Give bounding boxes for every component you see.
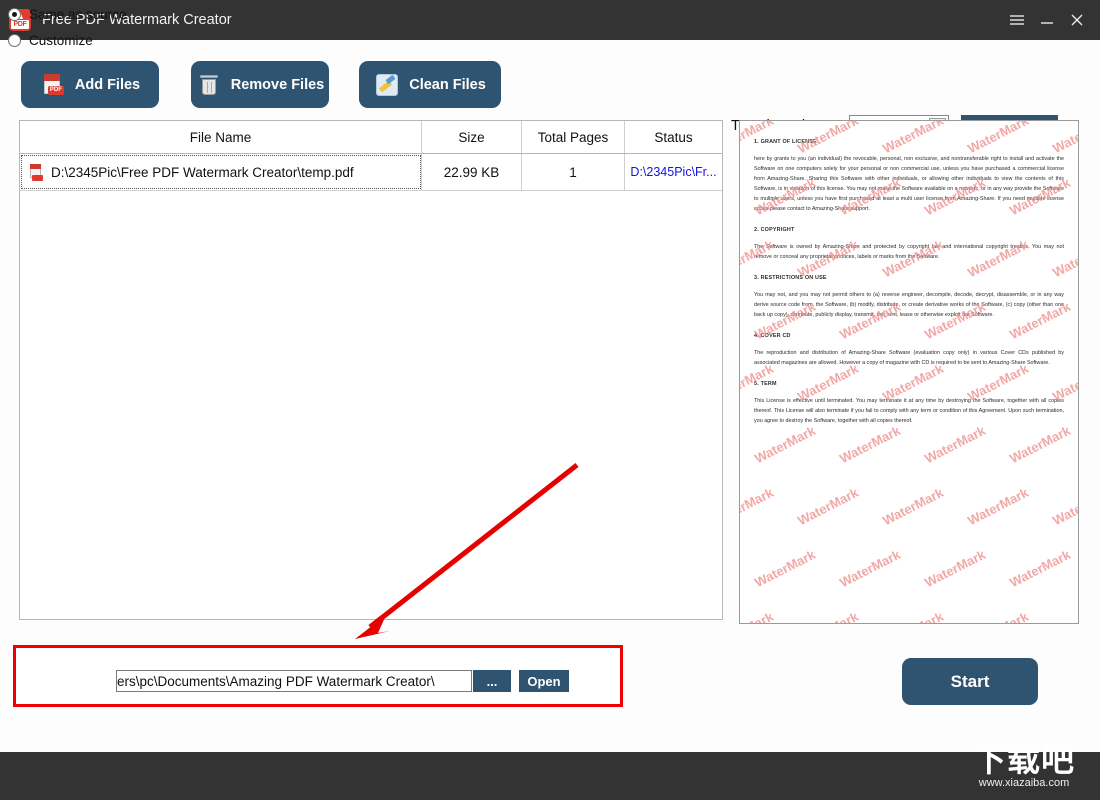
watermark-text: WaterMark bbox=[752, 422, 818, 467]
preview-body-5: This License is effective until terminat… bbox=[754, 398, 1064, 424]
preview-body-1: here by grants to you (an individual) th… bbox=[754, 156, 1064, 212]
preview-heading-4: 4. COVER CD bbox=[754, 333, 791, 339]
clean-files-label: Clean Files bbox=[409, 76, 486, 93]
open-folder-button[interactable]: Open bbox=[519, 670, 569, 692]
annotation-arrow bbox=[355, 463, 579, 639]
preview-heading-1: 1. GRANT OF LICENSE bbox=[754, 139, 817, 145]
site-watermark: 下载吧 www.xiazaiba.com bbox=[954, 737, 1094, 795]
file-name-text: D:\2345Pic\Free PDF Watermark Creator\te… bbox=[51, 164, 354, 180]
watermark-text: WaterMark bbox=[837, 546, 903, 591]
pdf-preview-page: 1. GRANT OF LICENSE here by grants to yo… bbox=[740, 121, 1078, 623]
remove-files-label: Remove Files bbox=[230, 76, 325, 93]
title-bar: Free PDF Watermark Creator bbox=[0, 0, 1100, 40]
start-button[interactable]: Start bbox=[902, 658, 1038, 705]
browse-button[interactable]: ... bbox=[473, 670, 511, 692]
trash-can-icon bbox=[196, 72, 222, 98]
column-header-size[interactable]: Size bbox=[422, 121, 522, 153]
column-header-status[interactable]: Status bbox=[625, 121, 722, 153]
watermark-text: WaterMark bbox=[740, 484, 776, 529]
pdf-document-icon: PDF bbox=[40, 72, 66, 98]
watermark-text: WaterMark bbox=[922, 422, 988, 467]
cell-file-name[interactable]: D:\2345Pic\Free PDF Watermark Creator\te… bbox=[20, 154, 422, 190]
site-url-text: www.xiazaiba.com bbox=[978, 776, 1070, 789]
table-row[interactable]: D:\2345Pic\Free PDF Watermark Creator\te… bbox=[20, 154, 722, 191]
watermark-text: WaterMark bbox=[965, 484, 1031, 529]
watermark-text: WaterMark bbox=[880, 484, 946, 529]
pdf-file-icon bbox=[29, 163, 44, 181]
preview-body-4: The reproduction and distribution of Ama… bbox=[754, 350, 1064, 366]
watermark-text: WaterMark bbox=[837, 422, 903, 467]
radio-same-as-source[interactable]: Same as source bbox=[8, 7, 127, 22]
broom-icon bbox=[374, 72, 400, 98]
clean-files-button[interactable]: Clean Files bbox=[359, 61, 501, 108]
radio-indicator-same[interactable] bbox=[8, 8, 21, 21]
cell-size: 22.99 KB bbox=[422, 154, 522, 190]
watermark-text: WaterMark bbox=[752, 546, 818, 591]
footer-bar bbox=[0, 752, 1100, 800]
watermark-text: WaterMark bbox=[1050, 484, 1078, 529]
customize-label: Customize bbox=[29, 33, 93, 48]
preview-body-3: You may not, and you may not permit othe… bbox=[754, 292, 1064, 318]
close-icon[interactable] bbox=[1062, 5, 1092, 35]
watermark-text: WaterMark bbox=[1007, 422, 1073, 467]
site-logo-text: 下载吧 bbox=[973, 740, 1075, 778]
watermark-text: WaterMark bbox=[1007, 546, 1073, 591]
preview-heading-3: 3. RESTRICTIONS ON USE bbox=[754, 275, 827, 281]
add-files-button[interactable]: PDF Add Files bbox=[21, 61, 159, 108]
watermark-text: WaterMark bbox=[740, 609, 776, 623]
column-header-total-pages[interactable]: Total Pages bbox=[522, 121, 625, 153]
watermark-text: WaterMark bbox=[880, 609, 946, 623]
application-window: Free PDF Watermark Creator PDF Add Fil bbox=[0, 0, 1100, 800]
output-path-input[interactable]: ers\pc\Documents\Amazing PDF Watermark C… bbox=[116, 670, 472, 692]
minimize-icon[interactable] bbox=[1032, 5, 1062, 35]
column-header-file-name[interactable]: File Name bbox=[20, 121, 422, 153]
preview-body-2: The Software is owned by Amazing-Share a… bbox=[754, 244, 1064, 260]
pdf-preview-panel[interactable]: 1. GRANT OF LICENSE here by grants to yo… bbox=[739, 120, 1079, 624]
cell-total-pages: 1 bbox=[522, 154, 625, 190]
hamburger-icon[interactable] bbox=[1002, 5, 1032, 35]
window-controls bbox=[1002, 0, 1092, 40]
watermark-text: WaterMark bbox=[922, 546, 988, 591]
preview-heading-5: 5. TERM bbox=[754, 381, 777, 387]
remove-files-button[interactable]: Remove Files bbox=[191, 61, 329, 108]
radio-customize[interactable]: Customize bbox=[8, 33, 93, 48]
watermark-text: WaterMark bbox=[965, 609, 1031, 623]
watermark-text: WaterMark bbox=[1050, 609, 1078, 623]
radio-indicator-customize[interactable] bbox=[8, 34, 21, 47]
toolbar: PDF Add Files Remove Files Clean Files T… bbox=[0, 40, 1100, 138]
watermark-text: WaterMark bbox=[795, 484, 861, 529]
file-list-header: File Name Size Total Pages Status bbox=[20, 121, 722, 154]
preview-heading-2: 2. COPYRIGHT bbox=[754, 227, 795, 233]
add-files-label: Add Files bbox=[74, 76, 141, 93]
cell-status-link[interactable]: D:\2345Pic\Fr... bbox=[625, 154, 722, 190]
watermark-text: WaterMark bbox=[795, 609, 861, 623]
same-as-source-label: Same as source bbox=[29, 7, 127, 22]
